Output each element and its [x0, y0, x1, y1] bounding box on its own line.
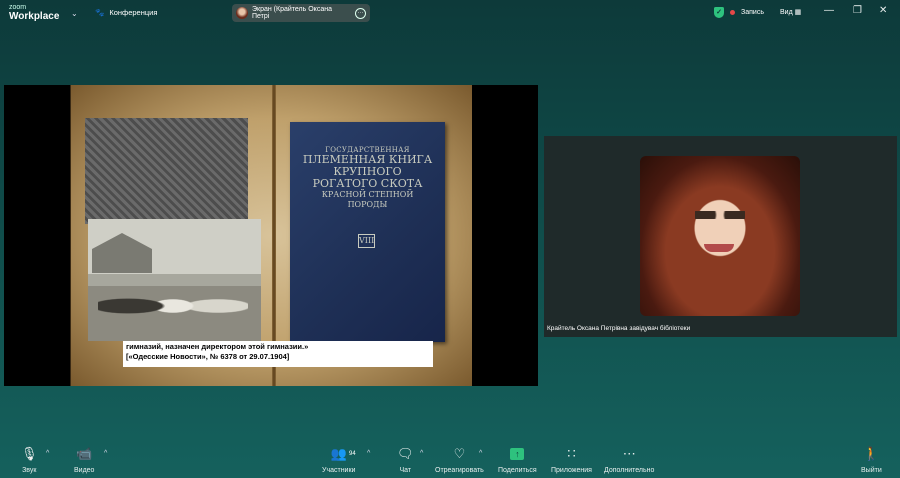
cover-line4: РОГАТОГО СКОТА — [312, 177, 423, 190]
leave-icon: 🚶 — [863, 446, 880, 461]
photo-herd — [85, 118, 248, 224]
mute-options-caret-icon[interactable]: ^ — [46, 450, 49, 457]
camera-off-icon: 📹 — [76, 446, 93, 461]
participants-count: 94 — [349, 451, 356, 457]
more-icon: ⋯ — [622, 446, 636, 461]
face-mouth — [704, 244, 734, 252]
face-eyes — [695, 211, 745, 219]
chat-icon: 🗨 — [397, 446, 414, 461]
react-options-caret-icon[interactable]: ^ — [479, 450, 482, 457]
chat-options-caret-icon[interactable]: ^ — [420, 450, 423, 457]
caption-line2: [«Одесские Новости», № 6378 от 29.07.190… — [126, 352, 290, 361]
participant-video — [640, 156, 800, 316]
cover-line6: ПОРОДЫ — [347, 200, 388, 209]
restore-icon[interactable]: ❐ — [853, 5, 862, 16]
react-label: Отреагировать — [435, 467, 484, 474]
photo-farm-cattle — [88, 219, 261, 341]
microphone-muted-icon: 🎙 — [21, 446, 38, 461]
share-screen-icon: ↑ — [510, 448, 525, 460]
paw-icon: 🐾 — [95, 8, 105, 17]
close-icon[interactable]: ✕ — [879, 5, 887, 16]
video-options-caret-icon[interactable]: ^ — [104, 450, 107, 457]
more-icon[interactable]: ··· — [355, 7, 366, 19]
conference-label: Конференция — [109, 8, 158, 17]
record-label: Запись — [741, 9, 764, 16]
share-screen-icon-wrap: ↑ — [510, 444, 525, 464]
apps-icon: ∷ — [567, 446, 576, 461]
participants-button[interactable]: 👥 Участники — [322, 444, 355, 474]
apps-label: Приложения — [551, 467, 592, 474]
slide-caption: гимназий, назначен директором этой гимна… — [123, 341, 433, 367]
record-indicator[interactable]: ✓ Запись — [714, 7, 764, 18]
shield-icon: ✓ — [714, 7, 724, 18]
screen-share-chip[interactable]: Экран (Крайтель Оксана Петрі ··· — [232, 4, 370, 22]
view-label: Вид — [780, 9, 793, 16]
video-button[interactable]: 📹 Видео — [74, 444, 94, 474]
slide-book-image: ГОСУДАРСТВЕННАЯ ПЛЕМЕННАЯ КНИГА КРУПНОГО… — [70, 85, 472, 386]
participant-name: Крайтель Оксана Петрівна завідувач біблі… — [547, 325, 691, 332]
participant-video-tile[interactable]: Крайтель Оксана Петрівна завідувач біблі… — [544, 136, 897, 337]
more-label: Дополнительно — [604, 467, 655, 474]
minimize-icon[interactable]: — — [824, 5, 834, 16]
react-button[interactable]: ♡ Отреагировать — [435, 444, 484, 474]
view-button[interactable]: Вид ▦ — [780, 8, 801, 16]
top-bar: zoom Workplace ⌄ 🐾 Конференция Экран (Кр… — [0, 0, 900, 27]
shared-screen: ГОСУДАРСТВЕННАЯ ПЛЕМЕННАЯ КНИГА КРУПНОГО… — [4, 85, 538, 386]
meeting-toolbar: 🎙 Звук ^ 📹 Видео ^ 👥 Участники 94 ^ 🗨 Ча… — [0, 444, 900, 478]
share-label: Поделиться — [498, 467, 537, 474]
participants-icon: 👥 — [330, 446, 347, 461]
chevron-down-icon[interactable]: ⌄ — [71, 9, 78, 18]
volume-number: VIII — [358, 234, 375, 248]
apps-button[interactable]: ∷ Приложения — [551, 444, 592, 474]
participants-label: Участники — [322, 467, 356, 474]
heart-icon: ♡ — [453, 446, 466, 461]
video-label: Видео — [74, 467, 95, 474]
photo-cows — [98, 281, 248, 331]
chat-button[interactable]: 🗨 Чат — [397, 444, 414, 474]
participants-options-caret-icon[interactable]: ^ — [367, 450, 370, 457]
cover-line5: КРАСНОЙ СТЕПНОЙ — [321, 190, 414, 199]
leave-label: Выйти — [861, 467, 882, 474]
mute-button[interactable]: 🎙 Звук — [21, 444, 38, 474]
leave-button[interactable]: 🚶 Выйти — [861, 444, 882, 474]
screen-share-label: Экран (Крайтель Оксана Петрі — [251, 6, 332, 20]
caption-line1: гимназий, назначен директором этой гимна… — [126, 342, 309, 351]
record-dot-icon — [730, 10, 735, 15]
avatar — [236, 7, 248, 19]
conference-info-button[interactable]: 🐾 Конференция — [95, 8, 157, 17]
logo-line2: Workplace — [9, 11, 60, 22]
share-button[interactable]: ↑ Поделиться — [498, 444, 537, 474]
view-grid-icon: ▦ — [794, 9, 802, 16]
mute-label: Звук — [22, 467, 37, 474]
herd-book-cover: ГОСУДАРСТВЕННАЯ ПЛЕМЕННАЯ КНИГА КРУПНОГО… — [290, 122, 445, 342]
zoom-logo[interactable]: zoom Workplace — [9, 3, 60, 22]
more-button[interactable]: ⋯ Дополнительно — [604, 444, 654, 474]
chat-label: Чат — [399, 467, 412, 474]
